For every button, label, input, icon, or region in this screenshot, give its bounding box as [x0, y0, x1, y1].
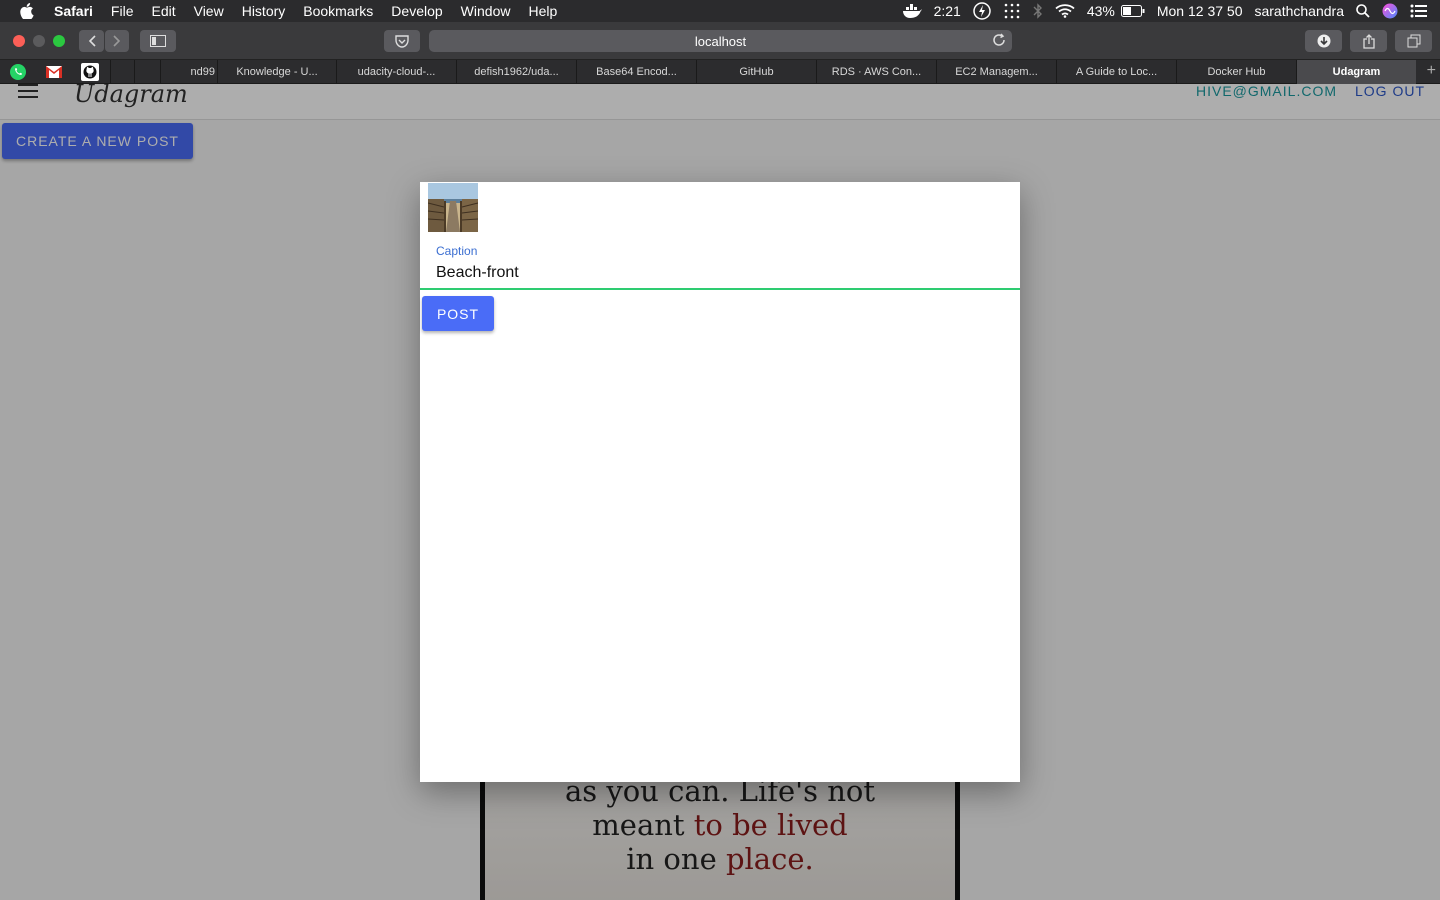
apple-icon[interactable]: [20, 3, 38, 19]
tab-guide[interactable]: A Guide to Loc...: [1056, 60, 1176, 84]
bluetooth-icon[interactable]: [1033, 3, 1043, 19]
dots-grid-icon[interactable]: [1003, 2, 1021, 20]
share-button[interactable]: [1350, 30, 1387, 52]
battery-icon[interactable]: [1120, 5, 1145, 17]
forward-button[interactable]: [105, 30, 129, 52]
new-tab-icon[interactable]: +: [1427, 62, 1436, 80]
tab-ec2[interactable]: EC2 Managem...: [936, 60, 1056, 84]
caption-input-underline: [420, 288, 1020, 290]
reload-icon[interactable]: [992, 33, 1006, 50]
tab-overview-button[interactable]: [1395, 30, 1432, 52]
wifi-icon[interactable]: [1055, 4, 1075, 18]
tab-base64[interactable]: Base64 Encod...: [576, 60, 696, 84]
energy-icon[interactable]: [973, 2, 991, 20]
sidebar-toggle-button[interactable]: [140, 30, 176, 52]
address-text: localhost: [694, 33, 747, 49]
menubar-user[interactable]: sarathchandra: [1254, 3, 1344, 19]
caption-input[interactable]: [436, 262, 996, 284]
tab-nd99[interactable]: nd99: [160, 60, 217, 84]
whatsapp-icon[interactable]: [7, 62, 29, 82]
window-zoom-button[interactable]: [53, 35, 65, 47]
downloads-button[interactable]: [1305, 30, 1342, 52]
new-post-modal: Caption POST: [420, 182, 1020, 782]
tab-blank-2[interactable]: [134, 60, 160, 84]
back-button[interactable]: [79, 30, 104, 52]
menu-edit[interactable]: Edit: [151, 3, 175, 19]
docker-icon[interactable]: [902, 4, 922, 18]
menu-bookmarks[interactable]: Bookmarks: [303, 3, 373, 19]
gmail-icon[interactable]: [43, 62, 65, 82]
status-time-short: 2:21: [933, 3, 961, 19]
tab-blank[interactable]: [110, 60, 134, 84]
tab-knowledge[interactable]: Knowledge - U...: [217, 60, 336, 84]
github-icon[interactable]: [79, 62, 101, 82]
browser-tab-bar: nd99 Knowledge - U... udacity-cloud-... …: [0, 60, 1440, 84]
menu-history[interactable]: History: [242, 3, 286, 19]
menu-help[interactable]: Help: [528, 3, 557, 19]
tab-udacity-cloud[interactable]: udacity-cloud-...: [336, 60, 456, 84]
notification-center-icon[interactable]: [1410, 4, 1428, 18]
pocket-button[interactable]: [384, 30, 420, 52]
menu-app-name[interactable]: Safari: [54, 3, 93, 19]
tab-defish1962[interactable]: defish1962/uda...: [456, 60, 576, 84]
spotlight-search-icon[interactable]: [1356, 4, 1370, 18]
menubar-clock[interactable]: Mon 12 37 50: [1157, 3, 1243, 19]
window-minimize-button[interactable]: [33, 35, 45, 47]
post-button[interactable]: POST: [422, 296, 494, 331]
menu-view[interactable]: View: [194, 3, 224, 19]
battery-percent: 43%: [1086, 3, 1115, 19]
image-preview-thumbnail: [428, 183, 478, 232]
caption-label: Caption: [436, 244, 478, 258]
tab-github[interactable]: GitHub: [696, 60, 816, 84]
tab-rds-aws[interactable]: RDS · AWS Con...: [816, 60, 936, 84]
siri-icon[interactable]: [1382, 3, 1398, 19]
menu-file[interactable]: File: [111, 3, 134, 19]
macos-menu-bar: Safari File Edit View History Bookmarks …: [0, 0, 1440, 22]
menu-develop[interactable]: Develop: [391, 3, 442, 19]
tab-udagram[interactable]: Udagram: [1296, 60, 1416, 84]
window-close-button[interactable]: [13, 35, 25, 47]
tab-docker-hub[interactable]: Docker Hub: [1176, 60, 1296, 84]
browser-toolbar: localhost: [0, 22, 1440, 60]
menu-window[interactable]: Window: [461, 3, 511, 19]
address-bar[interactable]: localhost: [429, 30, 1012, 52]
